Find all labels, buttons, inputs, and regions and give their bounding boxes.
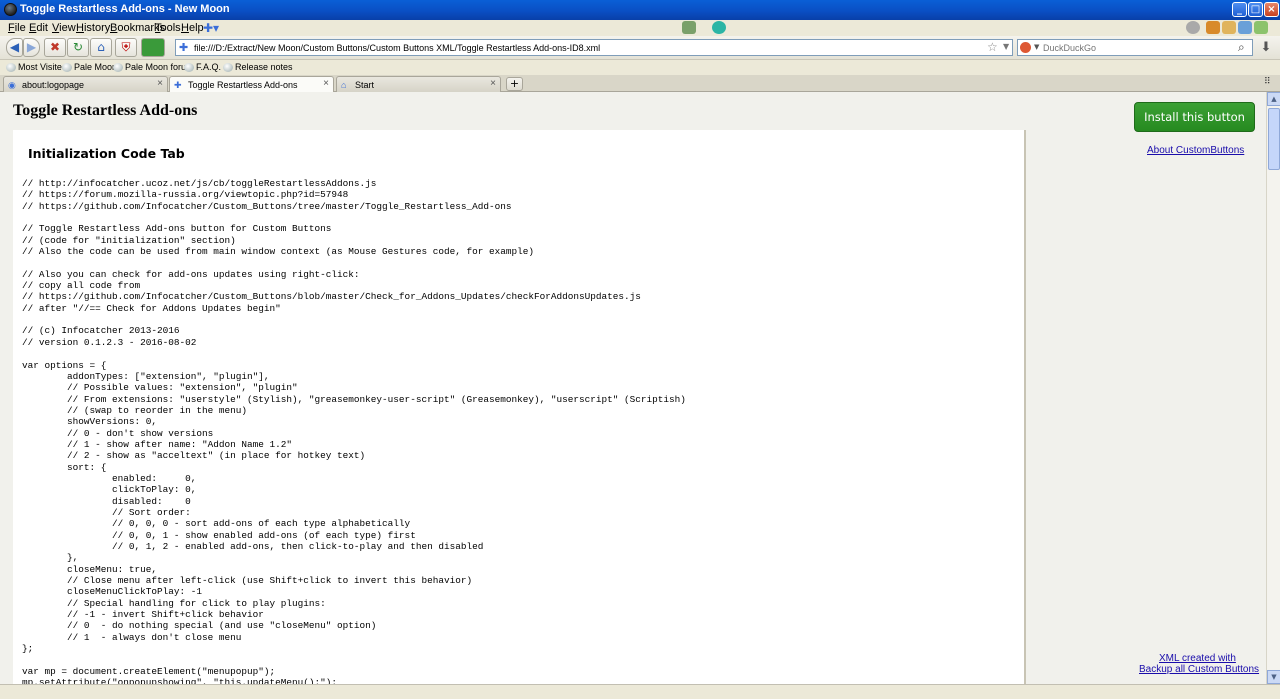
duckduckgo-icon[interactable] bbox=[1020, 42, 1031, 53]
engine-dropdown-icon[interactable]: ▼ bbox=[1034, 43, 1039, 51]
stop-icon[interactable]: ✖ bbox=[44, 38, 66, 57]
scroll-up-icon[interactable]: ▲ bbox=[1267, 92, 1280, 106]
search-icon[interactable]: ⌕ bbox=[1238, 40, 1245, 55]
window-title: Toggle Restartless Add-ons - New Moon bbox=[20, 3, 230, 15]
menu-help[interactable]: Help bbox=[181, 22, 204, 34]
back-arrow-icon[interactable]: ◀ bbox=[6, 38, 23, 57]
bookmark-icon bbox=[113, 63, 123, 72]
bookmarks-toolbar: Most Visited Pale Moon Pale Moon forum F… bbox=[0, 60, 1280, 75]
tab-list-icon[interactable]: ⠿ bbox=[1264, 77, 1276, 89]
vertical-scrollbar[interactable]: ▲ ▼ bbox=[1266, 92, 1280, 684]
gear-icon[interactable] bbox=[1186, 21, 1200, 34]
about-custombuttons-link[interactable]: About CustomButtons bbox=[1147, 145, 1244, 156]
close-tab-icon[interactable]: × bbox=[323, 78, 329, 89]
bookmark-pale-moon-forum[interactable]: Pale Moon forum bbox=[113, 62, 194, 72]
user-icon[interactable] bbox=[682, 21, 696, 34]
page-content: Toggle Restartless Add-ons Initializatio… bbox=[0, 92, 1266, 684]
section-title: Initialization Code Tab bbox=[28, 146, 185, 161]
title-bar: Toggle Restartless Add-ons - New Moon _ … bbox=[0, 0, 1280, 20]
puzzle-icon: ✚ bbox=[174, 80, 182, 90]
menu-view[interactable]: View bbox=[52, 22, 76, 34]
menu-edit[interactable]: Edit bbox=[29, 22, 48, 34]
pale-moon-icon bbox=[4, 3, 17, 16]
tab-toggle-restartless[interactable]: ✚ Toggle Restartless Add-ons × bbox=[169, 76, 334, 93]
edit-icon[interactable] bbox=[1254, 21, 1268, 34]
forward-arrow-icon[interactable]: ▶ bbox=[23, 38, 40, 57]
close-tab-icon[interactable]: × bbox=[490, 78, 496, 89]
navigation-toolbar: ◀ ▶ ✖ ↻ ⌂ ⛨ ✚ ☆ ▼ ▼ ⌕ bbox=[0, 36, 1280, 60]
code-panel: Initialization Code Tab // http://infoca… bbox=[13, 130, 1026, 684]
minimize-button[interactable]: _ bbox=[1232, 2, 1247, 17]
scroll-thumb[interactable] bbox=[1268, 108, 1280, 170]
menu-tools[interactable]: Tools bbox=[155, 22, 181, 34]
home-icon: ⌂ bbox=[341, 80, 347, 90]
url-input[interactable] bbox=[194, 41, 974, 54]
bookmark-pale-moon[interactable]: Pale Moon bbox=[62, 62, 117, 72]
menu-bar: File Edit View History Bookmarks Tools H… bbox=[0, 20, 1280, 36]
bookmark-icon bbox=[184, 63, 194, 72]
scroll-down-icon[interactable]: ▼ bbox=[1267, 670, 1280, 684]
xml-created-with-link[interactable]: XML created with bbox=[1159, 653, 1236, 664]
reload-icon[interactable]: ↻ bbox=[67, 38, 89, 57]
page-title: Toggle Restartless Add-ons bbox=[13, 102, 198, 119]
bookmark-icon bbox=[62, 63, 72, 72]
page-icon: ◉ bbox=[8, 80, 16, 90]
url-bar[interactable]: ✚ ☆ ▼ bbox=[175, 39, 1013, 56]
bookmark-star-icon[interactable]: ☆ bbox=[987, 40, 998, 54]
close-tab-icon[interactable]: × bbox=[157, 78, 163, 89]
status-bar bbox=[0, 684, 1280, 699]
maximize-button[interactable]: □ bbox=[1248, 2, 1263, 17]
code-block: // http://infocatcher.ucoz.net/js/cb/tog… bbox=[22, 178, 686, 684]
bookmark-most-visited[interactable]: Most Visited bbox=[6, 62, 67, 72]
shield-icon[interactable]: ⛨ bbox=[115, 38, 137, 57]
menu-file[interactable]: File bbox=[8, 22, 26, 34]
download-icon[interactable]: ⬇ bbox=[1258, 40, 1274, 56]
menu-history[interactable]: History bbox=[76, 22, 110, 34]
tab-about-logopage[interactable]: ◉ about:logopage × bbox=[3, 76, 168, 92]
backup-custom-buttons-link[interactable]: Backup all Custom Buttons bbox=[1139, 664, 1259, 675]
close-button[interactable]: × bbox=[1264, 2, 1279, 17]
pencil-icon[interactable] bbox=[1222, 21, 1236, 34]
new-tab-button[interactable]: + bbox=[506, 77, 523, 91]
puzzle-icon[interactable]: ✚▾ bbox=[203, 21, 219, 35]
history-dropdown-icon[interactable]: ▼ bbox=[1003, 42, 1009, 51]
ip-icon[interactable] bbox=[712, 21, 726, 34]
search-input[interactable] bbox=[1043, 41, 1233, 54]
custom-buttons-icon[interactable] bbox=[141, 38, 165, 57]
bookmark-release-notes[interactable]: Release notes bbox=[223, 62, 293, 72]
puzzle-site-icon: ✚ bbox=[179, 41, 189, 54]
bookmark-icon bbox=[6, 63, 16, 72]
tab-strip: ◉ about:logopage × ✚ Toggle Restartless … bbox=[0, 75, 1280, 93]
bookmark-star-icon[interactable] bbox=[1238, 21, 1252, 34]
bookmark-faq[interactable]: F.A.Q. bbox=[184, 62, 221, 72]
install-button[interactable]: Install this button bbox=[1134, 102, 1255, 132]
tab-start[interactable]: ⌂ Start × bbox=[336, 76, 501, 92]
bookmark-icon bbox=[223, 63, 233, 72]
search-bar[interactable]: ▼ ⌕ bbox=[1017, 39, 1253, 56]
home-icon[interactable]: ⌂ bbox=[90, 38, 112, 57]
cookie-icon[interactable] bbox=[1206, 21, 1220, 34]
